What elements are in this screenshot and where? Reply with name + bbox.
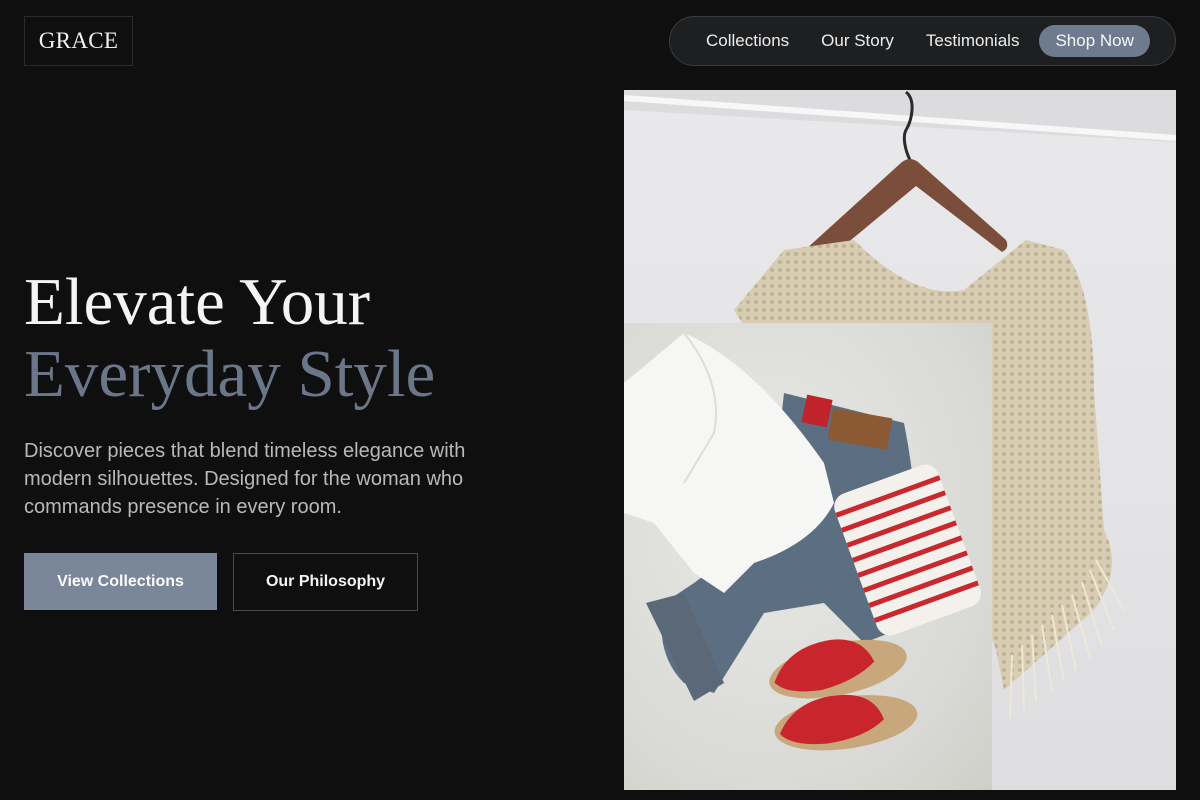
hero-image-flatlay — [624, 323, 992, 790]
hero-title-line2: Everyday Style — [24, 337, 436, 411]
our-philosophy-button[interactable]: Our Philosophy — [233, 553, 418, 611]
flatlay-photo-icon — [624, 332, 981, 751]
nav-link-testimonials[interactable]: Testimonials — [926, 31, 1020, 51]
top-nav: Collections Our Story Testimonials Shop … — [669, 16, 1176, 66]
hero-title-line1: Elevate Your — [24, 265, 371, 339]
shop-now-button[interactable]: Shop Now — [1039, 25, 1150, 57]
hero-title: Elevate Your Everyday Style — [24, 266, 435, 410]
hero-subtitle: Discover pieces that blend timeless eleg… — [24, 440, 466, 518]
nav-link-collections[interactable]: Collections — [706, 31, 789, 51]
brand-logo[interactable]: GRACE — [24, 16, 133, 66]
view-collections-button[interactable]: View Collections — [24, 553, 217, 610]
nav-link-our-story[interactable]: Our Story — [821, 31, 894, 51]
